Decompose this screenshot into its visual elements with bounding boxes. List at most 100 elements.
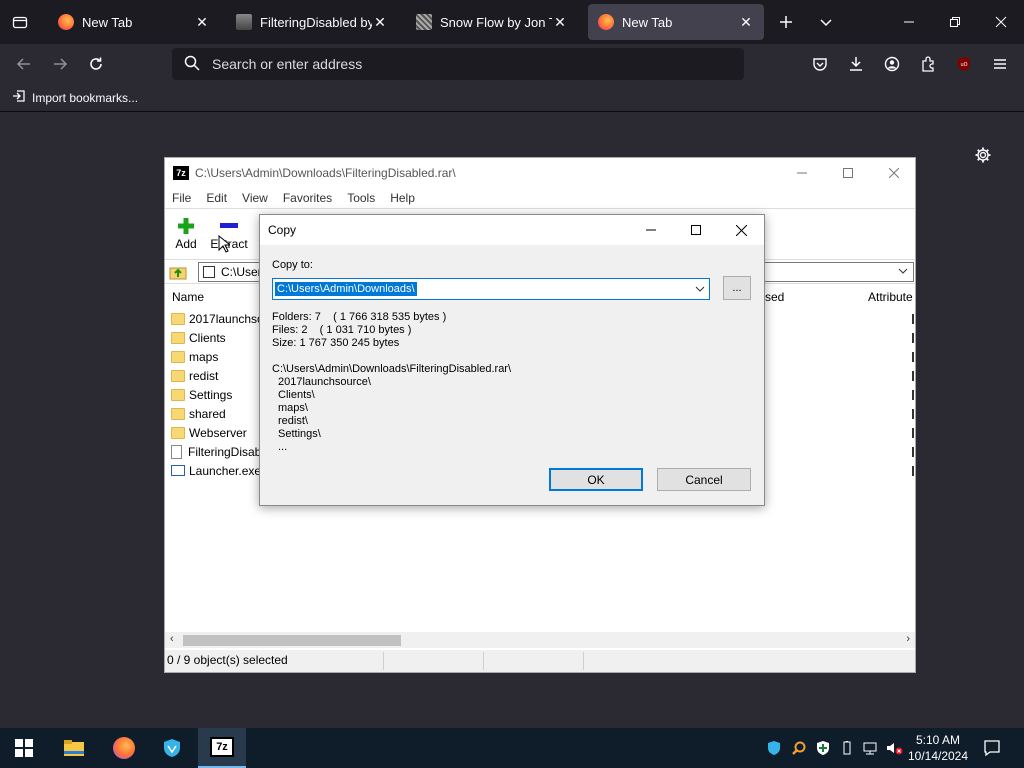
vpn-tray-icon[interactable] <box>764 738 784 758</box>
extensions-puzzle-icon[interactable] <box>916 52 940 76</box>
minimize-icon[interactable] <box>886 8 932 36</box>
list-item[interactable]: Settings <box>171 385 232 404</box>
list-item[interactable]: shared <box>171 404 226 423</box>
file-name: Launcher.exe <box>189 463 262 478</box>
chevron-down-icon[interactable] <box>694 283 706 298</box>
close-window-icon[interactable] <box>978 8 1024 36</box>
folder-icon <box>171 369 185 382</box>
document-icon <box>171 444 182 459</box>
menu-help[interactable]: Help <box>390 191 415 205</box>
start-windows-icon[interactable] <box>0 728 48 768</box>
security-shield-icon[interactable] <box>813 738 833 758</box>
archive-icon <box>203 266 215 278</box>
network-icon[interactable] <box>860 738 880 758</box>
navigation-toolbar: Search or enter address uO <box>0 44 1024 84</box>
notifications-icon[interactable] <box>982 738 1002 758</box>
tab-snow-flow[interactable]: Snow Flow by Jon Topp ✕ <box>406 4 578 40</box>
firefox-taskbar-icon[interactable] <box>100 728 148 768</box>
status-divider <box>583 652 584 670</box>
list-item[interactable]: maps <box>171 347 218 366</box>
7zip-maximize-icon[interactable] <box>825 158 871 188</box>
list-item[interactable]: Webserver <box>171 423 247 442</box>
browse-button[interactable]: ... <box>723 276 751 300</box>
menu-tools[interactable]: Tools <box>347 191 375 205</box>
system-clock[interactable]: 5:10 AM 10/14/2024 <box>902 732 974 764</box>
column-name[interactable]: Name <box>172 290 204 304</box>
battery-icon[interactable] <box>837 738 857 758</box>
source-item: 2017launchsource\ <box>278 376 371 388</box>
menu-view[interactable]: View <box>242 191 268 205</box>
up-folder-icon[interactable] <box>169 264 187 280</box>
pocket-icon[interactable] <box>808 52 832 76</box>
path-dropdown-icon[interactable] <box>897 265 909 280</box>
copy-dialog: Copy Copy to: C:\Users\Admin\Downloads\ … <box>259 214 765 506</box>
file-explorer-icon[interactable] <box>50 728 98 768</box>
volume-muted-icon[interactable] <box>884 738 904 758</box>
attribute-marker <box>912 314 914 324</box>
file-name: Settings <box>189 387 233 402</box>
attribute-marker <box>912 333 914 343</box>
settings-gear-icon[interactable] <box>972 144 994 166</box>
tab-title: New Tab <box>622 14 673 30</box>
import-bookmarks-link[interactable]: Import bookmarks... <box>32 91 138 105</box>
destination-combobox[interactable]: C:\Users\Admin\Downloads\ <box>272 278 710 300</box>
add-button[interactable]: Add <box>166 215 206 251</box>
firefox-icon <box>58 14 74 30</box>
menu-hamburger-icon[interactable] <box>988 52 1012 76</box>
new-tab-plus-icon[interactable] <box>774 10 798 34</box>
reload-icon[interactable] <box>84 52 108 76</box>
list-item[interactable]: FilteringDisab <box>171 442 261 461</box>
ublock-origin-icon[interactable]: uO <box>952 52 976 76</box>
account-icon[interactable] <box>880 52 904 76</box>
tab-new-tab-1[interactable]: New Tab ✕ <box>48 4 220 40</box>
tab-title: Snow Flow by Jon Topp <box>440 14 552 30</box>
list-item[interactable]: 2017launchso <box>171 309 264 328</box>
back-arrow-icon[interactable] <box>12 52 36 76</box>
close-tab-icon[interactable]: ✕ <box>738 14 754 30</box>
folders-summary: Folders: 7 ( 1 766 318 535 bytes ) <box>272 311 447 323</box>
horizontal-scrollbar[interactable]: ‹ › <box>165 632 915 648</box>
import-icon <box>12 89 26 106</box>
close-tab-icon[interactable]: ✕ <box>372 14 388 30</box>
search-tray-icon[interactable] <box>789 738 809 758</box>
scroll-right-icon[interactable]: › <box>906 633 910 645</box>
status-divider <box>483 652 484 670</box>
dialog-maximize-icon[interactable] <box>673 215 719 245</box>
close-tab-icon[interactable]: ✕ <box>194 14 210 30</box>
source-item: Settings\ <box>278 428 321 440</box>
file-name: FilteringDisab <box>188 444 262 459</box>
forward-arrow-icon[interactable] <box>48 52 72 76</box>
ok-button[interactable]: OK <box>549 468 643 491</box>
7zip-minimize-icon[interactable] <box>779 158 825 188</box>
scroll-left-icon[interactable]: ‹ <box>170 633 174 645</box>
restore-icon[interactable] <box>932 8 978 36</box>
7zip-taskbar-icon[interactable]: 7z <box>198 728 246 768</box>
menu-file[interactable]: File <box>172 191 191 205</box>
destination-path[interactable]: C:\Users\Admin\Downloads\ <box>275 282 417 296</box>
menu-edit[interactable]: Edit <box>206 191 227 205</box>
address-bar[interactable]: Search or enter address <box>172 48 744 80</box>
tab-filteringdisabled[interactable]: FilteringDisabled by bro ✕ <box>226 4 398 40</box>
vpn-shield-icon[interactable] <box>148 728 196 768</box>
7zip-close-icon[interactable] <box>871 158 917 188</box>
tab-list-icon[interactable] <box>8 10 32 34</box>
list-item[interactable]: Launcher.exe <box>171 461 261 480</box>
downloads-icon[interactable] <box>844 52 868 76</box>
cancel-button[interactable]: Cancel <box>657 468 751 491</box>
file-name: Webserver <box>189 425 247 440</box>
list-item[interactable]: redist <box>171 366 218 385</box>
tab-new-tab-active[interactable]: New Tab ✕ <box>588 4 764 40</box>
file-name: redist <box>189 368 219 383</box>
list-all-tabs-chevron-icon[interactable] <box>814 10 838 34</box>
close-tab-icon[interactable]: ✕ <box>552 14 568 30</box>
column-attributes[interactable]: Attribute <box>868 290 913 304</box>
menu-favorites[interactable]: Favorites <box>283 191 332 205</box>
dialog-minimize-icon[interactable] <box>628 215 674 245</box>
folder-icon <box>171 312 185 325</box>
list-item[interactable]: Clients <box>171 328 226 347</box>
svg-text:uO: uO <box>960 62 967 68</box>
dialog-close-icon[interactable] <box>718 215 764 245</box>
attribute-marker <box>912 352 914 362</box>
column-used[interactable]: sed <box>765 290 784 304</box>
scrollbar-thumb[interactable] <box>183 635 401 646</box>
